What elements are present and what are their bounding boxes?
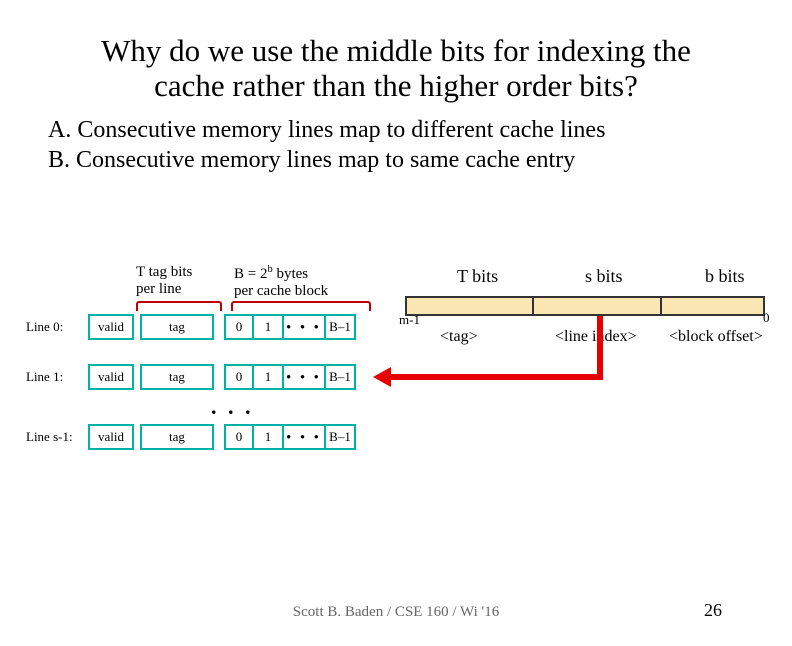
option-a-letter: A. (48, 117, 71, 143)
block-ellipsis: • • • (284, 424, 326, 450)
arrow-horizontal (390, 374, 603, 380)
address-bar (405, 296, 765, 316)
index-segment (534, 298, 663, 314)
t-bits-caption: T bits (457, 266, 498, 287)
line0-label: Line 0: (26, 319, 88, 335)
block-byte-1: 1 (254, 424, 284, 450)
block-bytes-caption: B = 2b bytes per cache block (234, 264, 328, 299)
line-index-label: <line index> (555, 328, 637, 346)
cache-line-0: Line 0: valid tag 0 1 • • • B–1 (26, 314, 356, 340)
s-bits-caption: s bits (585, 266, 623, 287)
option-a-text: Consecutive memory lines map to differen… (77, 117, 605, 143)
tag-cell: tag (140, 424, 214, 450)
b-bits-caption: b bits (705, 266, 745, 287)
tag-label: <tag> (440, 328, 478, 346)
block-byte-last: B–1 (326, 314, 356, 340)
block-byte-1: 1 (254, 364, 284, 390)
block-offset-label: <block offset> (669, 328, 763, 346)
line1-label: Line 1: (26, 369, 88, 385)
vertical-ellipsis: . . . (211, 394, 254, 420)
brace-tag (136, 301, 222, 311)
block-byte-0: 0 (224, 424, 254, 450)
tag-cell: tag (140, 314, 214, 340)
block-ellipsis: • • • (284, 314, 326, 340)
bit-0-label: 0 (763, 310, 770, 326)
block-byte-0: 0 (224, 314, 254, 340)
cache-line-1: Line 1: valid tag 0 1 • • • B–1 (26, 364, 356, 390)
block-ellipsis: • • • (284, 364, 326, 390)
tag-segment (407, 298, 534, 314)
title-line-2: cache rather than the higher order bits? (154, 68, 638, 103)
block-byte-1: 1 (254, 314, 284, 340)
block-byte-last: B–1 (326, 364, 356, 390)
cache-line-s-1: Line s-1: valid tag 0 1 • • • B–1 (26, 424, 356, 450)
valid-cell: valid (88, 314, 134, 340)
arrow-vertical (597, 316, 603, 376)
page-number: 26 (704, 600, 722, 621)
footer-text: Scott B. Baden / CSE 160 / Wi '16 (0, 604, 792, 621)
tag-bits-caption: T tag bits per line (136, 264, 192, 297)
arrow-head-icon (373, 367, 391, 387)
answers-block: A. Consecutive memory lines map to diffe… (48, 115, 792, 175)
bit-m-1-label: m-1 (399, 312, 420, 328)
option-b-text: Consecutive memory lines map to same cac… (76, 147, 575, 173)
block-byte-0: 0 (224, 364, 254, 390)
slide-title: Why do we use the middle bits for indexi… (0, 34, 792, 103)
offset-segment (662, 298, 763, 314)
brace-block (231, 301, 371, 311)
tag-cell: tag (140, 364, 214, 390)
title-line-1: Why do we use the middle bits for indexi… (101, 33, 691, 68)
valid-cell: valid (88, 364, 134, 390)
option-b-letter: B. (48, 147, 70, 173)
block-byte-last: B–1 (326, 424, 356, 450)
lines-1-label: Line s-1: (26, 429, 88, 445)
valid-cell: valid (88, 424, 134, 450)
